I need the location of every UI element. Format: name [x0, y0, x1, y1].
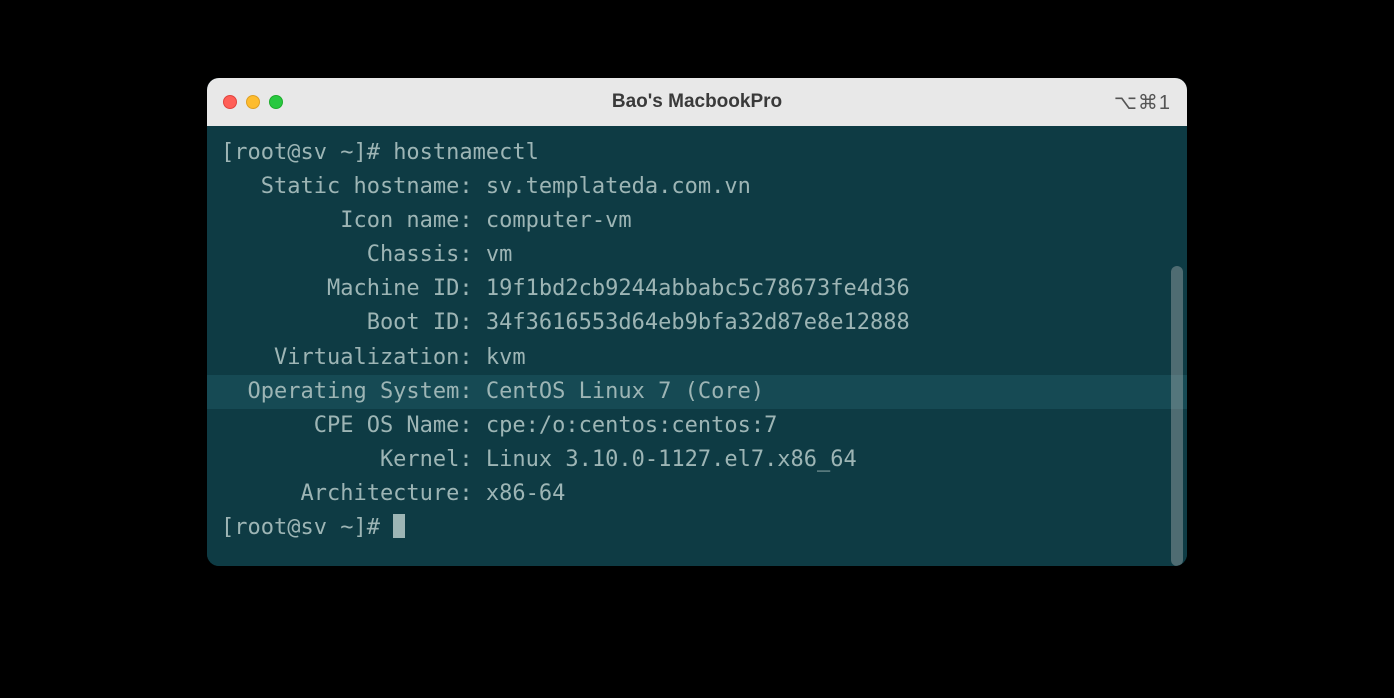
output-value: 19f1bd2cb9244abbabc5c78673fe4d36 — [473, 276, 910, 301]
output-label: Static hostname: — [221, 170, 473, 204]
output-label: Architecture: — [221, 477, 473, 511]
window-title: Bao's MacbookPro — [612, 91, 782, 113]
maximize-button[interactable] — [269, 95, 283, 109]
output-line: Operating System: CentOS Linux 7 (Core) — [207, 375, 1187, 409]
output-line: Virtualization: kvm — [207, 341, 1187, 375]
cursor-icon — [393, 514, 405, 538]
output-value: computer-vm — [473, 208, 632, 233]
output-value: kvm — [473, 345, 526, 370]
output-label: Kernel: — [221, 443, 473, 477]
output-label: Operating System: — [221, 375, 473, 409]
output-label: Virtualization: — [221, 341, 473, 375]
output-line: Architecture: x86-64 — [207, 477, 1187, 511]
prompt: [root@sv ~]# — [221, 140, 393, 165]
output-label: Machine ID: — [221, 272, 473, 306]
output-label: CPE OS Name: — [221, 409, 473, 443]
output-label: Icon name: — [221, 204, 473, 238]
titlebar[interactable]: Bao's MacbookPro ⌥⌘1 — [207, 78, 1187, 126]
output-line: CPE OS Name: cpe:/o:centos:centos:7 — [207, 409, 1187, 443]
output-line: Kernel: Linux 3.10.0-1127.el7.x86_64 — [207, 443, 1187, 477]
close-button[interactable] — [223, 95, 237, 109]
output-value: sv.templateda.com.vn — [473, 174, 751, 199]
output-value: vm — [473, 242, 513, 267]
terminal-body[interactable]: [root@sv ~]# hostnamectl Static hostname… — [207, 126, 1187, 566]
output-label: Chassis: — [221, 238, 473, 272]
command-output: Static hostname: sv.templateda.com.vn Ic… — [207, 170, 1187, 511]
output-label: Boot ID: — [221, 306, 473, 340]
output-value: CentOS Linux 7 (Core) — [473, 379, 764, 404]
output-value: x86-64 — [473, 481, 566, 506]
prompt-line: [root@sv ~]# hostnamectl — [207, 136, 1187, 170]
prompt-line: [root@sv ~]# — [207, 511, 1187, 545]
shortcut-hint: ⌥⌘1 — [1114, 90, 1171, 115]
output-line: Chassis: vm — [207, 238, 1187, 272]
command: hostnamectl — [393, 140, 539, 165]
terminal-window: Bao's MacbookPro ⌥⌘1 [root@sv ~]# hostna… — [207, 78, 1187, 566]
output-line: Static hostname: sv.templateda.com.vn — [207, 170, 1187, 204]
output-line: Boot ID: 34f3616553d64eb9bfa32d87e8e1288… — [207, 306, 1187, 340]
minimize-button[interactable] — [246, 95, 260, 109]
output-value: cpe:/o:centos:centos:7 — [473, 413, 778, 438]
traffic-lights — [223, 95, 283, 109]
output-line: Icon name: computer-vm — [207, 204, 1187, 238]
output-line: Machine ID: 19f1bd2cb9244abbabc5c78673fe… — [207, 272, 1187, 306]
prompt: [root@sv ~]# — [221, 515, 393, 540]
output-value: Linux 3.10.0-1127.el7.x86_64 — [473, 447, 857, 472]
output-value: 34f3616553d64eb9bfa32d87e8e12888 — [473, 310, 910, 335]
scrollbar[interactable] — [1171, 266, 1183, 566]
